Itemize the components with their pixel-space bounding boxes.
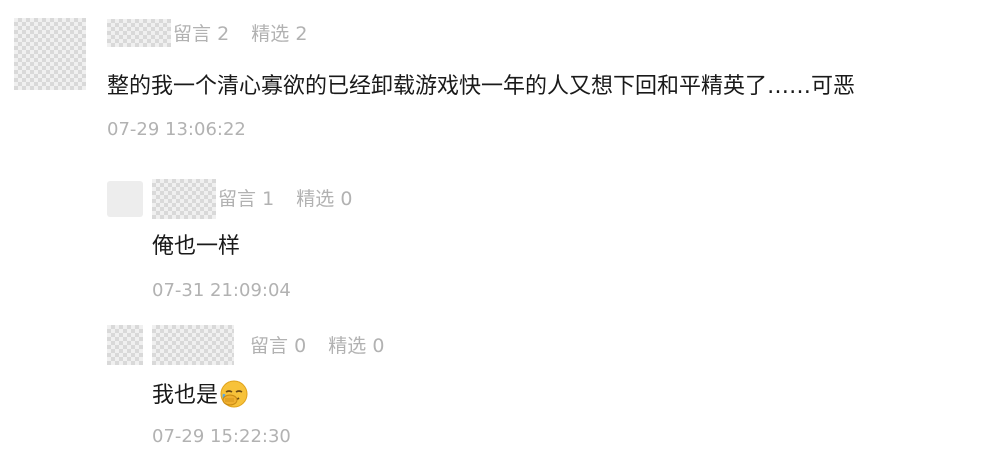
avatar[interactable] bbox=[107, 325, 143, 365]
comment-time: 07-31 21:09:04 bbox=[152, 280, 291, 301]
comment-stats: 留言 2 精选 2 bbox=[173, 22, 307, 46]
jingxuan-label: 精选 bbox=[251, 23, 290, 45]
comment-content: 俺也一样 bbox=[152, 234, 241, 259]
liuyan-label: 留言 bbox=[250, 335, 289, 357]
comment-content: 我也是 bbox=[152, 383, 219, 408]
jingxuan-label: 精选 bbox=[328, 335, 367, 357]
comment-stats: 留言 0 精选 0 bbox=[250, 334, 384, 358]
liuyan-count: 1 bbox=[262, 188, 275, 210]
avatar[interactable] bbox=[107, 181, 143, 217]
reply-item: 留言 0 精选 0 我也是 07-29 15:22:30 bbox=[0, 320, 994, 460]
jingxuan-count: 0 bbox=[372, 335, 385, 357]
jingxuan-count: 2 bbox=[295, 23, 308, 45]
jingxuan-label: 精选 bbox=[296, 188, 335, 210]
avatar[interactable] bbox=[14, 18, 86, 90]
reply-item: 留言 1 精选 0 俺也一样 07-31 21:09:04 bbox=[0, 170, 994, 310]
comment-stats: 留言 1 精选 0 bbox=[218, 187, 352, 211]
comment-time: 07-29 15:22:30 bbox=[152, 426, 291, 447]
comment-content-row: 我也是 bbox=[152, 380, 248, 411]
comment-item: 留言 2 精选 2 整的我一个清心寡欲的已经卸载游戏快一年的人又想下回和平精英了… bbox=[0, 0, 994, 150]
username-blurred[interactable] bbox=[152, 325, 234, 365]
username-blurred[interactable] bbox=[152, 179, 216, 219]
liuyan-count: 2 bbox=[217, 23, 230, 45]
liuyan-label: 留言 bbox=[218, 188, 257, 210]
liuyan-count: 0 bbox=[294, 335, 307, 357]
liuyan-label: 留言 bbox=[173, 23, 212, 45]
username-blurred[interactable] bbox=[107, 19, 171, 47]
comment-time: 07-29 13:06:22 bbox=[107, 119, 246, 140]
comment-content: 整的我一个清心寡欲的已经卸载游戏快一年的人又想下回和平精英了……可恶 bbox=[107, 74, 856, 99]
face-palm-crying-emoji-icon bbox=[220, 380, 248, 408]
jingxuan-count: 0 bbox=[340, 188, 353, 210]
